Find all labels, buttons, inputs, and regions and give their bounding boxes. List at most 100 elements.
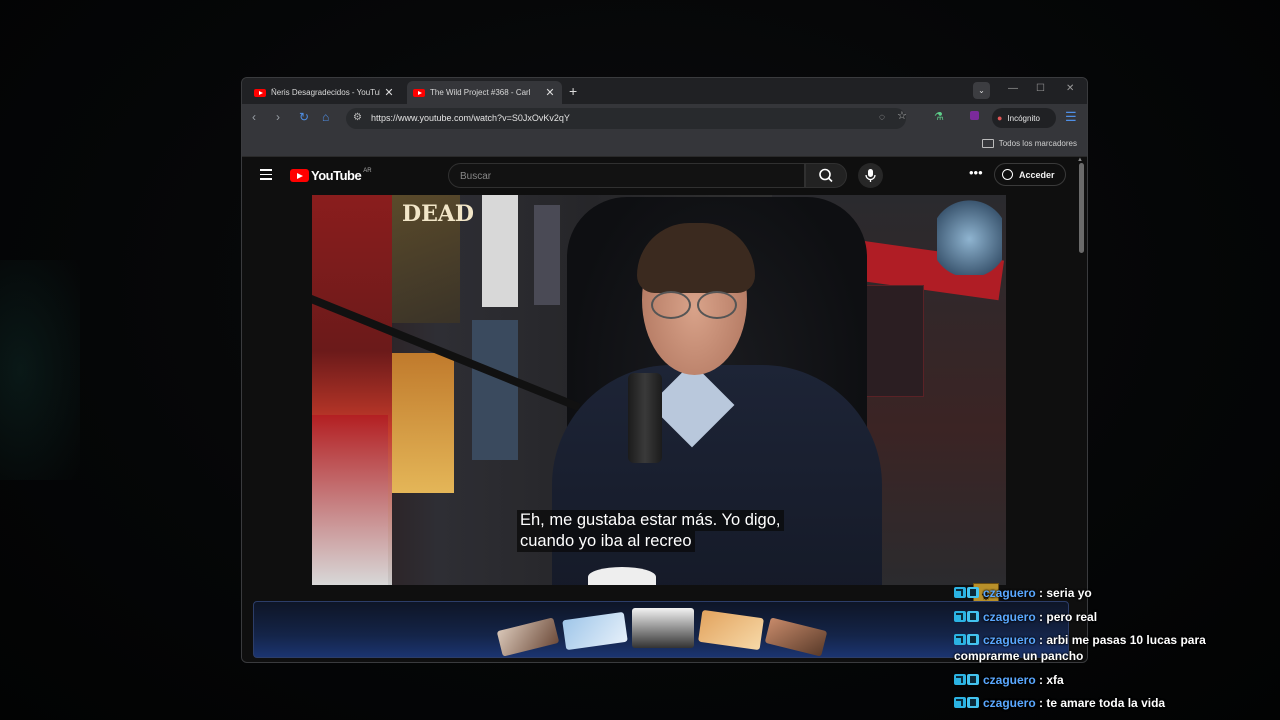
- browser-window: Ñeris Desagradecidos - YouTube ✕ The Wil…: [241, 77, 1088, 663]
- chat-message: czaguero : seria yo: [954, 585, 1274, 601]
- menu-icon[interactable]: ☰: [1065, 109, 1077, 125]
- chat-text: te amare toda la vida: [1046, 696, 1166, 710]
- search-icon: [819, 168, 833, 183]
- new-tab-button[interactable]: +: [569, 83, 577, 99]
- figure-box: [392, 353, 454, 493]
- promo-card: [632, 608, 694, 648]
- address-bar[interactable]: ⚙ https://www.youtube.com/watch?v=S0JxOv…: [346, 108, 906, 129]
- tab-strip: Ñeris Desagradecidos - YouTube ✕ The Wil…: [242, 78, 1087, 104]
- youtube-logo[interactable]: YouTube AR: [290, 168, 372, 183]
- chat-text: xfa: [1046, 672, 1064, 687]
- youtube-favicon-icon: [413, 88, 425, 97]
- tab-neris[interactable]: Ñeris Desagradecidos - YouTube ✕: [248, 81, 401, 104]
- minimize-icon[interactable]: —: [1008, 83, 1018, 94]
- page-scrollbar[interactable]: [1079, 163, 1084, 253]
- badge-arrow-icon: [954, 697, 966, 708]
- subtitle-line-1: Eh, me gustaba estar más. Yo digo,: [517, 510, 784, 531]
- chat-username: czaguero: [983, 586, 1036, 600]
- badge-chat-icon: [967, 697, 979, 708]
- badge-arrow-icon: [954, 587, 966, 598]
- more-options-icon[interactable]: •••: [969, 165, 983, 180]
- skull-poster: [937, 195, 1002, 275]
- site-settings-icon[interactable]: ⚙: [353, 112, 362, 123]
- badge-arrow-icon: [954, 673, 966, 685]
- youtube-favicon-icon: [254, 88, 266, 97]
- back-icon[interactable]: ‹: [252, 110, 256, 124]
- chat-message: czaguero : pero real: [954, 609, 1274, 625]
- url-text: https://www.youtube.com/watch?v=S0JxOvKv…: [371, 113, 570, 123]
- badge-arrow-icon: [954, 634, 966, 645]
- tab-title: The Wild Project #368 - Carl: [430, 88, 531, 97]
- badge-chat-icon: [967, 673, 979, 685]
- incognito-icon: ●: [997, 113, 1003, 123]
- tab-search-button[interactable]: ⌄: [973, 82, 990, 99]
- chat-overlay: czaguero : seria yo czaguero : pero real…: [954, 585, 1274, 719]
- chat-message: czaguero : te amare toda la vida: [954, 695, 1274, 711]
- chat-message: czaguero : arbi me pasas 10 lucas para c…: [954, 633, 1206, 663]
- all-bookmarks-button[interactable]: Todos los marcadores: [981, 139, 1077, 148]
- reload-icon[interactable]: ↻: [299, 110, 309, 124]
- game-box-title: DEAD: [402, 201, 474, 227]
- search-button[interactable]: [805, 163, 847, 188]
- incognito-label: Incógnito: [1007, 113, 1040, 123]
- tab-wild-project[interactable]: The Wild Project #368 - Carl ✕: [407, 81, 562, 104]
- voice-search-button[interactable]: [858, 163, 883, 188]
- badge-arrow-icon: [954, 610, 966, 622]
- microphone: [628, 373, 662, 463]
- promo-banner[interactable]: [253, 601, 1069, 658]
- subtitle-line-2: cuando yo iba al recreo: [517, 531, 695, 552]
- badge-chat-icon: [967, 587, 979, 598]
- chat-username: czaguero: [983, 696, 1036, 710]
- incognito-indicator[interactable]: ● Incógnito: [992, 108, 1056, 128]
- maximize-icon[interactable]: ☐: [1036, 83, 1045, 94]
- shelf-item: [482, 195, 518, 307]
- close-tab-icon[interactable]: ✕: [544, 86, 556, 99]
- promo-card: [764, 617, 828, 657]
- labs-icon[interactable]: ⚗: [934, 110, 944, 123]
- bookmark-icon[interactable]: ☆: [897, 109, 907, 122]
- microphone-icon: [865, 169, 876, 182]
- youtube-header: YouTube AR Buscar ••• Acceder: [242, 157, 1078, 194]
- chevron-down-icon: ⌄: [978, 86, 985, 95]
- person-glasses: [645, 291, 745, 319]
- chat-username: czaguero: [983, 609, 1036, 624]
- search-placeholder: Buscar: [460, 171, 492, 182]
- chat-username: czaguero: [983, 672, 1036, 687]
- all-bookmarks-label: Todos los marcadores: [998, 139, 1077, 148]
- bookmarks-bar: Todos los marcadores: [242, 133, 1087, 157]
- youtube-play-icon: [290, 169, 309, 182]
- account-icon: [1002, 169, 1013, 180]
- shelf-item: [534, 205, 560, 305]
- chat-text: pero real: [1046, 609, 1098, 624]
- badge-chat-icon: [967, 610, 979, 622]
- shelf-item: [472, 320, 518, 460]
- folder-icon: [981, 139, 994, 148]
- chat-username: czaguero: [983, 633, 1036, 647]
- chat-message: czaguero : xfa: [954, 672, 1274, 688]
- country-code: AR: [363, 168, 372, 174]
- close-window-icon[interactable]: ✕: [1066, 83, 1074, 94]
- tab-title: Ñeris Desagradecidos - YouTube: [271, 88, 380, 97]
- home-icon[interactable]: ⌂: [322, 110, 329, 124]
- game-box: DEAD: [392, 195, 474, 323]
- promo-card: [698, 609, 764, 651]
- hamburger-menu-icon[interactable]: [260, 169, 272, 180]
- forward-icon[interactable]: ›: [276, 110, 280, 124]
- promo-card: [562, 611, 628, 651]
- extension-icon[interactable]: [970, 111, 979, 120]
- search-input[interactable]: Buscar: [448, 163, 805, 188]
- signin-button[interactable]: Acceder: [994, 163, 1066, 186]
- promo-card: [496, 617, 560, 657]
- youtube-logo-text: YouTube: [311, 168, 362, 183]
- badge-chat-icon: [967, 634, 979, 645]
- video-player[interactable]: DEAD Eh, me gustaba estar más. Yo digo, …: [312, 195, 1006, 585]
- background-glow: [0, 260, 80, 480]
- chat-text: seria yo: [1046, 586, 1092, 600]
- browser-toolbar: ‹ › ↻ ⌂ ⚙ https://www.youtube.com/watch?…: [242, 104, 1087, 133]
- eye-slash-icon[interactable]: ◌: [879, 112, 885, 123]
- signin-label: Acceder: [1019, 169, 1055, 180]
- close-tab-icon[interactable]: ✕: [383, 86, 395, 99]
- cup: [588, 567, 656, 585]
- cola-poster: [312, 415, 388, 585]
- video-subtitle: Eh, me gustaba estar más. Yo digo, cuand…: [517, 510, 784, 552]
